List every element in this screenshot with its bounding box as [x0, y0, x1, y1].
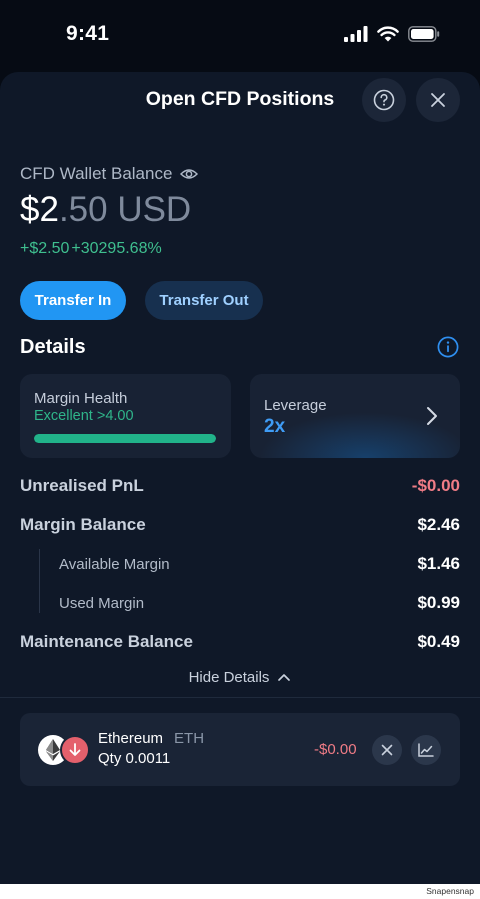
- tree-connector: [39, 549, 40, 613]
- leverage-label: Leverage: [264, 397, 327, 414]
- close-position-button[interactable]: [372, 735, 402, 765]
- status-bar: 9:41: [0, 0, 480, 72]
- leverage-value: 2x: [264, 416, 286, 437]
- unrealised-pnl-value: -$0.00: [411, 476, 460, 495]
- status-icons: [344, 26, 440, 42]
- transfer-in-button[interactable]: Transfer In: [20, 281, 126, 320]
- footer-bar: [0, 884, 480, 899]
- change-percent: +30295.68%: [71, 240, 162, 257]
- balance-decimal: .50 USD: [58, 190, 192, 229]
- margin-health-status: Excellent >4.00: [34, 408, 134, 424]
- position-qty: Qty 0.0011: [98, 750, 171, 767]
- close-icon: [381, 744, 393, 756]
- leverage-card[interactable]: Leverage 2x: [250, 374, 460, 458]
- details-title: Details: [20, 336, 86, 358]
- position-pnl: -$0.00: [314, 741, 357, 758]
- margin-balance-row: Margin Balance $2.46: [20, 515, 460, 535]
- maintenance-balance-row: Maintenance Balance $0.49: [20, 632, 460, 652]
- wallet-label-text: CFD Wallet Balance: [20, 164, 173, 183]
- sheet-title: Open CFD Positions: [145, 88, 335, 110]
- change-amount: +$2.50: [20, 240, 70, 257]
- balance-change: +$2.50 +30295.68%: [20, 240, 162, 258]
- available-margin-label: Available Margin: [59, 555, 170, 573]
- position-name: Ethereum ETH: [98, 730, 204, 747]
- available-margin-value: $1.46: [417, 554, 460, 573]
- battery-icon: [408, 26, 440, 42]
- used-margin-label: Used Margin: [59, 594, 145, 612]
- balance-main: $2: [20, 190, 59, 229]
- eye-icon[interactable]: [180, 167, 199, 181]
- help-icon: [373, 89, 395, 111]
- position-asset-name: Ethereum: [98, 730, 164, 747]
- hide-details-label: Hide Details: [188, 669, 270, 686]
- used-margin-value: $0.99: [417, 593, 460, 612]
- used-margin-row: Used Margin $0.99: [59, 593, 460, 613]
- signal-icon: [344, 26, 368, 42]
- hide-details-toggle[interactable]: Hide Details: [0, 669, 480, 686]
- margin-balance-label: Margin Balance: [20, 515, 146, 534]
- position-symbol: ETH: [174, 730, 205, 747]
- transfer-out-button[interactable]: Transfer Out: [145, 281, 263, 320]
- available-margin-row: Available Margin $1.46: [59, 554, 460, 574]
- watermark: Snapensnap: [426, 886, 474, 896]
- maintenance-balance-value: $0.49: [417, 632, 460, 651]
- cfd-positions-sheet: Open CFD Positions CFD Wallet Balance $2…: [0, 72, 480, 884]
- margin-health-label: Margin Health: [34, 390, 128, 407]
- chevron-up-icon: [278, 674, 291, 681]
- close-button[interactable]: [416, 78, 460, 122]
- help-button[interactable]: [362, 78, 406, 122]
- close-icon: [431, 93, 445, 107]
- position-chart-button[interactable]: [411, 735, 441, 765]
- position-card[interactable]: Ethereum ETH Qty 0.0011 -$0.00: [20, 713, 460, 786]
- wallet-balance-label: CFD Wallet Balance: [20, 164, 199, 184]
- margin-health-card: Margin Health Excellent >4.00: [20, 374, 231, 458]
- chart-icon: [418, 743, 434, 757]
- wallet-balance-amount: $2.50 USD: [20, 190, 191, 230]
- margin-health-bar: [34, 434, 216, 443]
- unrealised-pnl-label: Unrealised PnL: [20, 476, 144, 495]
- chevron-right-icon: [427, 407, 437, 425]
- screen: 9:41 Open CFD Positions CFD Wallet Balan…: [0, 0, 480, 899]
- info-icon[interactable]: [437, 336, 459, 358]
- status-time: 9:41: [66, 22, 110, 45]
- section-divider: [0, 697, 480, 698]
- margin-health-bar-fill: [34, 434, 216, 443]
- margin-balance-value: $2.46: [417, 515, 460, 534]
- wifi-icon: [377, 26, 399, 42]
- arrow-down-icon: [60, 735, 90, 765]
- maintenance-balance-label: Maintenance Balance: [20, 632, 193, 651]
- unrealised-pnl-row: Unrealised PnL -$0.00: [20, 476, 460, 496]
